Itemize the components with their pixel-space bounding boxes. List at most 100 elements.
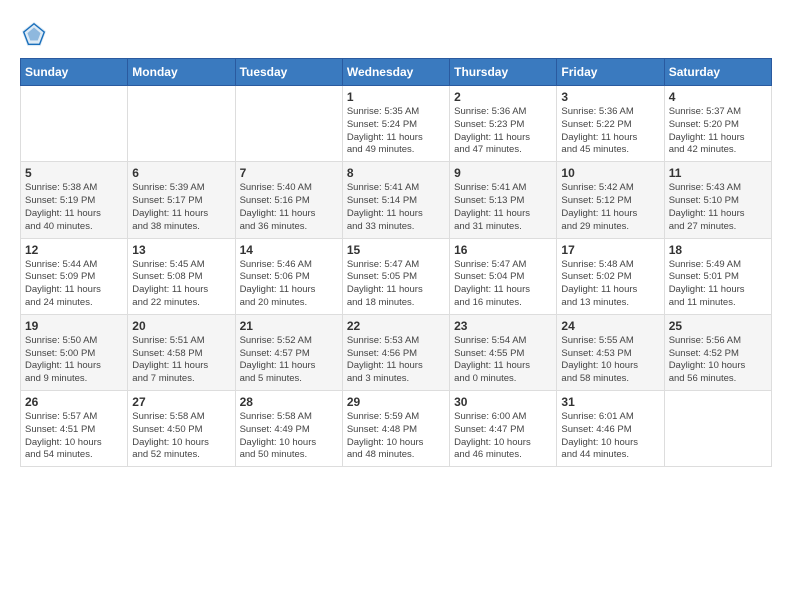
day-number: 26 <box>25 395 123 409</box>
calendar-cell: 18 Sunrise: 5:49 AM Sunset: 5:01 PM Dayli… <box>664 238 771 314</box>
day-info: Sunrise: 5:39 AM Sunset: 5:17 PM Dayligh… <box>132 182 230 233</box>
day-info: Sunrise: 5:38 AM Sunset: 5:19 PM Dayligh… <box>25 182 123 233</box>
calendar-cell: 26 Sunrise: 5:57 AM Sunset: 4:51 PM Dayli… <box>21 391 128 467</box>
day-number: 7 <box>240 166 338 180</box>
day-info: Sunrise: 5:40 AM Sunset: 5:16 PM Dayligh… <box>240 182 338 233</box>
day-info: Sunrise: 5:44 AM Sunset: 5:09 PM Dayligh… <box>25 259 123 310</box>
day-info: Sunrise: 5:47 AM Sunset: 5:04 PM Dayligh… <box>454 259 552 310</box>
day-info: Sunrise: 5:59 AM Sunset: 4:48 PM Dayligh… <box>347 411 445 462</box>
calendar-table: SundayMondayTuesdayWednesdayThursdayFrid… <box>20 58 772 467</box>
logo <box>20 20 52 48</box>
calendar-cell: 5 Sunrise: 5:38 AM Sunset: 5:19 PM Daylig… <box>21 162 128 238</box>
calendar-cell: 7 Sunrise: 5:40 AM Sunset: 5:16 PM Daylig… <box>235 162 342 238</box>
calendar-cell: 12 Sunrise: 5:44 AM Sunset: 5:09 PM Dayli… <box>21 238 128 314</box>
calendar-cell: 31 Sunrise: 6:01 AM Sunset: 4:46 PM Dayli… <box>557 391 664 467</box>
day-number: 9 <box>454 166 552 180</box>
calendar-cell: 14 Sunrise: 5:46 AM Sunset: 5:06 PM Dayli… <box>235 238 342 314</box>
day-info: Sunrise: 5:45 AM Sunset: 5:08 PM Dayligh… <box>132 259 230 310</box>
day-of-week-header: Tuesday <box>235 59 342 86</box>
day-number: 28 <box>240 395 338 409</box>
day-info: Sunrise: 5:56 AM Sunset: 4:52 PM Dayligh… <box>669 335 767 386</box>
calendar-cell <box>128 86 235 162</box>
day-info: Sunrise: 5:41 AM Sunset: 5:14 PM Dayligh… <box>347 182 445 233</box>
day-info: Sunrise: 5:58 AM Sunset: 4:49 PM Dayligh… <box>240 411 338 462</box>
day-info: Sunrise: 5:50 AM Sunset: 5:00 PM Dayligh… <box>25 335 123 386</box>
calendar-cell: 27 Sunrise: 5:58 AM Sunset: 4:50 PM Dayli… <box>128 391 235 467</box>
day-info: Sunrise: 5:41 AM Sunset: 5:13 PM Dayligh… <box>454 182 552 233</box>
day-info: Sunrise: 5:37 AM Sunset: 5:20 PM Dayligh… <box>669 106 767 157</box>
calendar-cell: 29 Sunrise: 5:59 AM Sunset: 4:48 PM Dayli… <box>342 391 449 467</box>
day-info: Sunrise: 5:55 AM Sunset: 4:53 PM Dayligh… <box>561 335 659 386</box>
day-number: 15 <box>347 243 445 257</box>
calendar-cell: 22 Sunrise: 5:53 AM Sunset: 4:56 PM Dayli… <box>342 314 449 390</box>
calendar-cell: 25 Sunrise: 5:56 AM Sunset: 4:52 PM Dayli… <box>664 314 771 390</box>
calendar-week-row: 19 Sunrise: 5:50 AM Sunset: 5:00 PM Dayli… <box>21 314 772 390</box>
day-number: 30 <box>454 395 552 409</box>
calendar-cell: 24 Sunrise: 5:55 AM Sunset: 4:53 PM Dayli… <box>557 314 664 390</box>
calendar-cell: 13 Sunrise: 5:45 AM Sunset: 5:08 PM Dayli… <box>128 238 235 314</box>
day-number: 31 <box>561 395 659 409</box>
day-number: 24 <box>561 319 659 333</box>
day-number: 27 <box>132 395 230 409</box>
calendar-cell <box>664 391 771 467</box>
day-number: 18 <box>669 243 767 257</box>
day-number: 19 <box>25 319 123 333</box>
day-info: Sunrise: 5:54 AM Sunset: 4:55 PM Dayligh… <box>454 335 552 386</box>
day-info: Sunrise: 5:53 AM Sunset: 4:56 PM Dayligh… <box>347 335 445 386</box>
calendar-cell: 3Sunrise: 5:36 AM Sunset: 5:22 PM Daylig… <box>557 86 664 162</box>
day-number: 8 <box>347 166 445 180</box>
day-of-week-header: Thursday <box>450 59 557 86</box>
day-number: 6 <box>132 166 230 180</box>
day-info: Sunrise: 5:49 AM Sunset: 5:01 PM Dayligh… <box>669 259 767 310</box>
day-number: 1 <box>347 90 445 104</box>
day-number: 14 <box>240 243 338 257</box>
day-of-week-header: Sunday <box>21 59 128 86</box>
calendar-cell: 28 Sunrise: 5:58 AM Sunset: 4:49 PM Dayli… <box>235 391 342 467</box>
logo-icon <box>20 20 48 48</box>
day-info: Sunrise: 5:58 AM Sunset: 4:50 PM Dayligh… <box>132 411 230 462</box>
day-number: 20 <box>132 319 230 333</box>
calendar-header-row: SundayMondayTuesdayWednesdayThursdayFrid… <box>21 59 772 86</box>
day-info: Sunrise: 5:46 AM Sunset: 5:06 PM Dayligh… <box>240 259 338 310</box>
calendar-cell: 9 Sunrise: 5:41 AM Sunset: 5:13 PM Daylig… <box>450 162 557 238</box>
calendar-week-row: 12 Sunrise: 5:44 AM Sunset: 5:09 PM Dayli… <box>21 238 772 314</box>
page-header <box>20 20 772 48</box>
calendar-cell: 11 Sunrise: 5:43 AM Sunset: 5:10 PM Dayli… <box>664 162 771 238</box>
calendar-cell: 17Sunrise: 5:48 AM Sunset: 5:02 PM Dayli… <box>557 238 664 314</box>
day-number: 25 <box>669 319 767 333</box>
calendar-cell: 8 Sunrise: 5:41 AM Sunset: 5:14 PM Daylig… <box>342 162 449 238</box>
calendar-cell <box>21 86 128 162</box>
day-of-week-header: Monday <box>128 59 235 86</box>
day-info: Sunrise: 5:57 AM Sunset: 4:51 PM Dayligh… <box>25 411 123 462</box>
calendar-cell: 23 Sunrise: 5:54 AM Sunset: 4:55 PM Dayli… <box>450 314 557 390</box>
day-of-week-header: Wednesday <box>342 59 449 86</box>
calendar-week-row: 1 Sunrise: 5:35 AM Sunset: 5:24 PM Daylig… <box>21 86 772 162</box>
day-number: 2 <box>454 90 552 104</box>
day-info: Sunrise: 5:35 AM Sunset: 5:24 PM Dayligh… <box>347 106 445 157</box>
calendar-cell: 19 Sunrise: 5:50 AM Sunset: 5:00 PM Dayli… <box>21 314 128 390</box>
day-info: Sunrise: 5:43 AM Sunset: 5:10 PM Dayligh… <box>669 182 767 233</box>
day-number: 17 <box>561 243 659 257</box>
day-info: Sunrise: 5:51 AM Sunset: 4:58 PM Dayligh… <box>132 335 230 386</box>
day-info: Sunrise: 6:01 AM Sunset: 4:46 PM Dayligh… <box>561 411 659 462</box>
calendar-cell: 2 Sunrise: 5:36 AM Sunset: 5:23 PM Daylig… <box>450 86 557 162</box>
calendar-cell: 20 Sunrise: 5:51 AM Sunset: 4:58 PM Dayli… <box>128 314 235 390</box>
day-number: 22 <box>347 319 445 333</box>
day-number: 12 <box>25 243 123 257</box>
day-number: 13 <box>132 243 230 257</box>
day-info: Sunrise: 5:36 AM Sunset: 5:23 PM Dayligh… <box>454 106 552 157</box>
day-number: 4 <box>669 90 767 104</box>
day-number: 23 <box>454 319 552 333</box>
day-number: 29 <box>347 395 445 409</box>
day-of-week-header: Saturday <box>664 59 771 86</box>
day-number: 16 <box>454 243 552 257</box>
day-number: 10 <box>561 166 659 180</box>
day-number: 21 <box>240 319 338 333</box>
day-number: 5 <box>25 166 123 180</box>
calendar-cell: 4 Sunrise: 5:37 AM Sunset: 5:20 PM Daylig… <box>664 86 771 162</box>
day-number: 11 <box>669 166 767 180</box>
calendar-cell: 6 Sunrise: 5:39 AM Sunset: 5:17 PM Daylig… <box>128 162 235 238</box>
day-info: Sunrise: 5:47 AM Sunset: 5:05 PM Dayligh… <box>347 259 445 310</box>
day-number: 3 <box>561 90 659 104</box>
calendar-cell: 16 Sunrise: 5:47 AM Sunset: 5:04 PM Dayli… <box>450 238 557 314</box>
